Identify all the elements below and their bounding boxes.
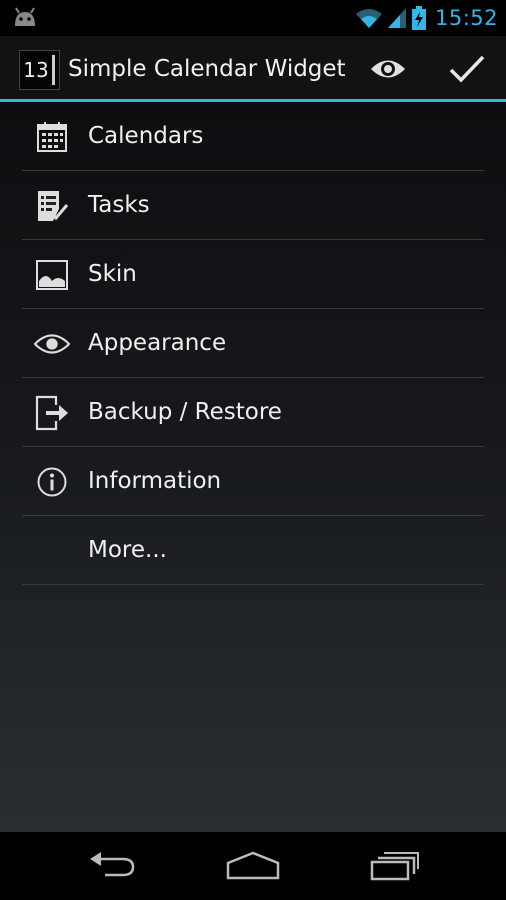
menu-label-calendars: Calendars [88,123,204,149]
recent-apps-button[interactable] [366,846,422,886]
preview-button[interactable] [358,36,418,102]
tasks-icon [34,188,70,224]
menu-label-backup-restore: Backup / Restore [88,399,282,425]
home-icon [226,851,280,880]
image-icon [34,257,70,293]
menu-item-skin[interactable]: Skin [22,240,484,309]
status-bar: 15:52 [0,0,506,36]
confirm-button[interactable] [437,36,497,102]
menu-label-tasks: Tasks [88,192,150,218]
action-bar: 13 Simple Calendar Widget [0,36,506,102]
calendar-icon [34,119,70,155]
app-title: Simple Calendar Widget [68,56,346,82]
export-icon [34,395,70,431]
menu-label-skin: Skin [88,261,137,287]
menu-label-more: More... [88,537,167,563]
android-icon [15,7,35,26]
info-icon [34,464,70,500]
menu-item-backup-restore[interactable]: Backup / Restore [22,378,484,447]
eye-icon [34,326,70,362]
recent-apps-icon [370,852,419,881]
app-icon[interactable]: 13 [19,50,60,90]
navigation-bar [0,832,506,900]
battery-charging-icon [411,6,426,30]
settings-menu: Calendars Tasks Skin Appearance Backup /… [22,102,484,585]
app-icon-bar [52,55,55,85]
menu-item-more[interactable]: More... [22,516,484,585]
app-icon-number: 13 [23,58,49,82]
menu-item-tasks[interactable]: Tasks [22,171,484,240]
menu-item-appearance[interactable]: Appearance [22,309,484,378]
check-icon [449,55,485,83]
home-button[interactable] [222,846,284,886]
menu-label-information: Information [88,468,222,494]
eye-icon [371,60,405,78]
wifi-icon [355,9,382,28]
status-icons: 15:52 [351,4,498,32]
back-icon [90,852,135,877]
back-button[interactable] [82,846,142,886]
menu-label-appearance: Appearance [88,330,227,356]
status-time: 15:52 [434,6,498,30]
signal-icon [387,8,406,28]
settings-content: Calendars Tasks Skin Appearance Backup /… [0,102,506,832]
menu-item-information[interactable]: Information [22,447,484,516]
menu-item-calendars[interactable]: Calendars [22,102,484,171]
